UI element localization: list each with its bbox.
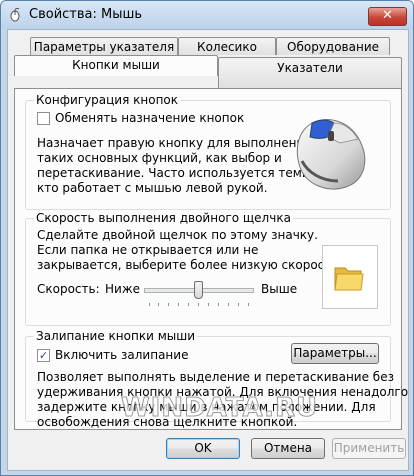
watermark-text: WINDATA.RU: [120, 393, 319, 424]
tab-wheel[interactable]: Колесико: [178, 37, 276, 55]
tab-buttons[interactable]: Кнопки мыши: [14, 55, 218, 76]
speed-slow-label: Ниже: [105, 282, 141, 296]
slider-tick: [237, 303, 239, 306]
slider-tick: [227, 303, 229, 306]
tab-pointer-options[interactable]: Параметры указателя: [30, 37, 178, 55]
double-click-desc-2: Если папка не открывается или не: [37, 243, 259, 257]
group-button-config: Конфигурация кнопок Обменять назначение …: [25, 93, 391, 210]
group-title: Скорость выполнения двойного щелчка: [34, 211, 293, 225]
group-title: Конфигурация кнопок: [34, 93, 181, 107]
button-label: Параметры...: [293, 346, 377, 360]
mouse-properties-window: Свойства: Мышь ✕ Параметры указателя Кол…: [0, 0, 414, 476]
slider-tick: [217, 303, 219, 306]
button-config-desc-4: кто работает с мышью левой рукой.: [37, 181, 268, 195]
speed-fast-label: Выше: [261, 282, 298, 296]
slider-tick: [207, 303, 209, 306]
click-lock-desc-1: Позволяет выполнять выделение и перетаск…: [37, 370, 394, 384]
window-title: Свойства: Мышь: [29, 7, 143, 22]
button-config-desc-2: таких основных функций, как выбор и: [37, 151, 282, 165]
button-label: Применить: [333, 441, 405, 455]
double-click-desc-1: Сделайте двойной щелчок по этому значку.: [37, 228, 318, 242]
tab-panel-buttons: Конфигурация кнопок Обменять назначение …: [14, 88, 408, 430]
button-config-desc-1: Назначает правую кнопку для выполнения: [37, 136, 312, 150]
apply-button[interactable]: Применить: [332, 438, 406, 459]
swap-buttons-label[interactable]: Обменять назначение кнопок: [55, 111, 244, 126]
mouse-icon: [10, 8, 20, 22]
slider-thumb[interactable]: [193, 281, 203, 299]
tab-label: Параметры указателя: [33, 40, 175, 54]
checkmark-icon: ✓: [38, 349, 49, 362]
button-label: Отмена: [263, 441, 313, 455]
click-lock-settings-button[interactable]: Параметры...: [291, 343, 379, 364]
slider-tick: [158, 303, 160, 306]
double-click-speed-slider[interactable]: [142, 281, 258, 311]
tab-hardware[interactable]: Оборудование: [276, 37, 390, 55]
click-lock-label[interactable]: Включить залипание: [55, 348, 188, 363]
test-folder-area[interactable]: [322, 245, 378, 309]
slider-tick: [178, 303, 180, 306]
folder-icon[interactable]: [333, 262, 365, 294]
speed-label: Скорость:: [37, 282, 100, 296]
mouse-illustration-icon: [296, 119, 366, 190]
double-click-desc-3: закрывается, выберите более низкую скоро…: [37, 258, 343, 272]
swap-buttons-checkbox[interactable]: [37, 112, 50, 125]
tab-label: Указатели: [277, 61, 343, 75]
slider-tick: [247, 303, 249, 306]
tab-label: Колесико: [197, 40, 257, 54]
slider-tick: [198, 303, 199, 306]
close-icon: ✕: [382, 8, 393, 23]
tab-label: Оборудование: [287, 40, 379, 54]
slider-tick: [148, 303, 150, 306]
button-label: OK: [194, 441, 212, 455]
title-bar[interactable]: Свойства: Мышь ✕: [1, 1, 413, 29]
tab-label: Кнопки мыши: [72, 58, 160, 72]
group-double-click: Скорость выполнения двойного щелчка Сдел…: [25, 211, 391, 326]
tab-pointers[interactable]: Указатели: [218, 57, 402, 88]
ok-button[interactable]: OK: [166, 438, 240, 459]
slider-tick: [188, 303, 190, 306]
close-button[interactable]: ✕: [368, 7, 407, 26]
cancel-button[interactable]: Отмена: [251, 438, 325, 459]
slider-tick: [168, 303, 170, 306]
button-config-desc-3: перетаскивание. Часто используется теми,: [37, 166, 314, 180]
click-lock-checkbox[interactable]: ✓: [37, 349, 50, 362]
group-title: Залипание кнопки мыши: [34, 329, 198, 343]
